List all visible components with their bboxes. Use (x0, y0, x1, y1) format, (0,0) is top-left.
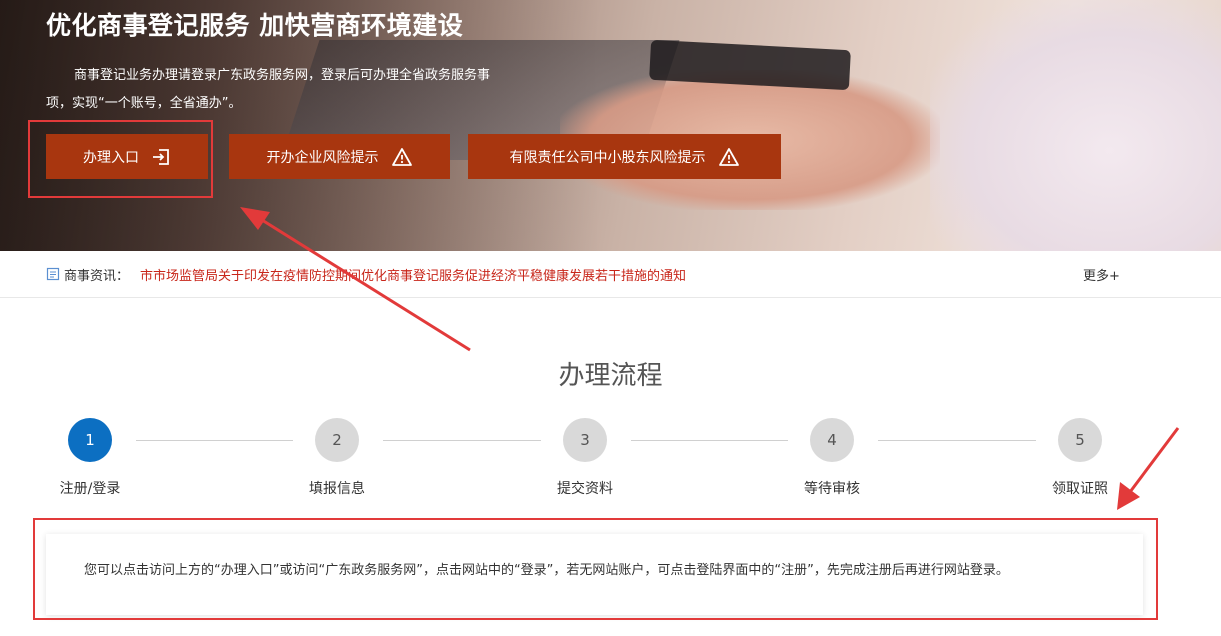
process-title: 办理流程 (558, 361, 663, 391)
more-link[interactable]: 更多+ (1083, 265, 1120, 284)
shareholder-risk-label: 有限责任公司中小股东风险提示 (509, 149, 706, 166)
step-2-label: 填报信息 (309, 481, 365, 497)
warning-icon (391, 147, 413, 167)
step-1-label: 注册/登录 (59, 481, 121, 497)
startup-risk-button[interactable]: 开办企业风险提示 (229, 134, 450, 179)
news-icon (46, 266, 60, 281)
hero-title: 优化商事登记服务 加快营商环境建设 (46, 11, 464, 40)
step-connector (878, 440, 1036, 441)
step-connector (136, 440, 293, 441)
step-connector (631, 440, 788, 441)
step-connector (383, 440, 541, 441)
step-2-circle[interactable]: 2 (315, 418, 359, 462)
annotation-box-info (33, 518, 1158, 620)
step-4-label: 等待审核 (804, 481, 860, 497)
step-3-label: 提交资料 (557, 481, 613, 497)
news-item-link[interactable]: 市市场监管局关于印发在疫情防控期间优化商事登记服务促进经济平稳健康发展若干措施的… (140, 265, 686, 284)
shareholder-risk-button[interactable]: 有限责任公司中小股东风险提示 (468, 134, 781, 179)
hero-description: 商事登记业务办理请登录广东政务服务网，登录后可办理全省政务服务事项，实现“一个账… (46, 68, 491, 111)
hero-sleeve-image (930, 0, 1221, 251)
startup-risk-label: 开办企业风险提示 (266, 149, 379, 166)
step-5-circle[interactable]: 5 (1058, 418, 1102, 462)
annotation-box-entry (28, 120, 213, 198)
news-bar: 商事资讯： 市市场监管局关于印发在疫情防控期间优化商事登记服务促进经济平稳健康发… (0, 251, 1221, 298)
warning-icon (718, 147, 740, 167)
step-1-circle[interactable]: 1 (68, 418, 112, 462)
hero-banner: 优化商事登记服务 加快营商环境建设 商事登记业务办理请登录广东政务服务网，登录后… (0, 0, 1221, 251)
step-4-circle[interactable]: 4 (810, 418, 854, 462)
step-3-circle[interactable]: 3 (563, 418, 607, 462)
news-label: 商事资讯： (64, 269, 130, 284)
step-5-label: 领取证照 (1052, 481, 1108, 497)
